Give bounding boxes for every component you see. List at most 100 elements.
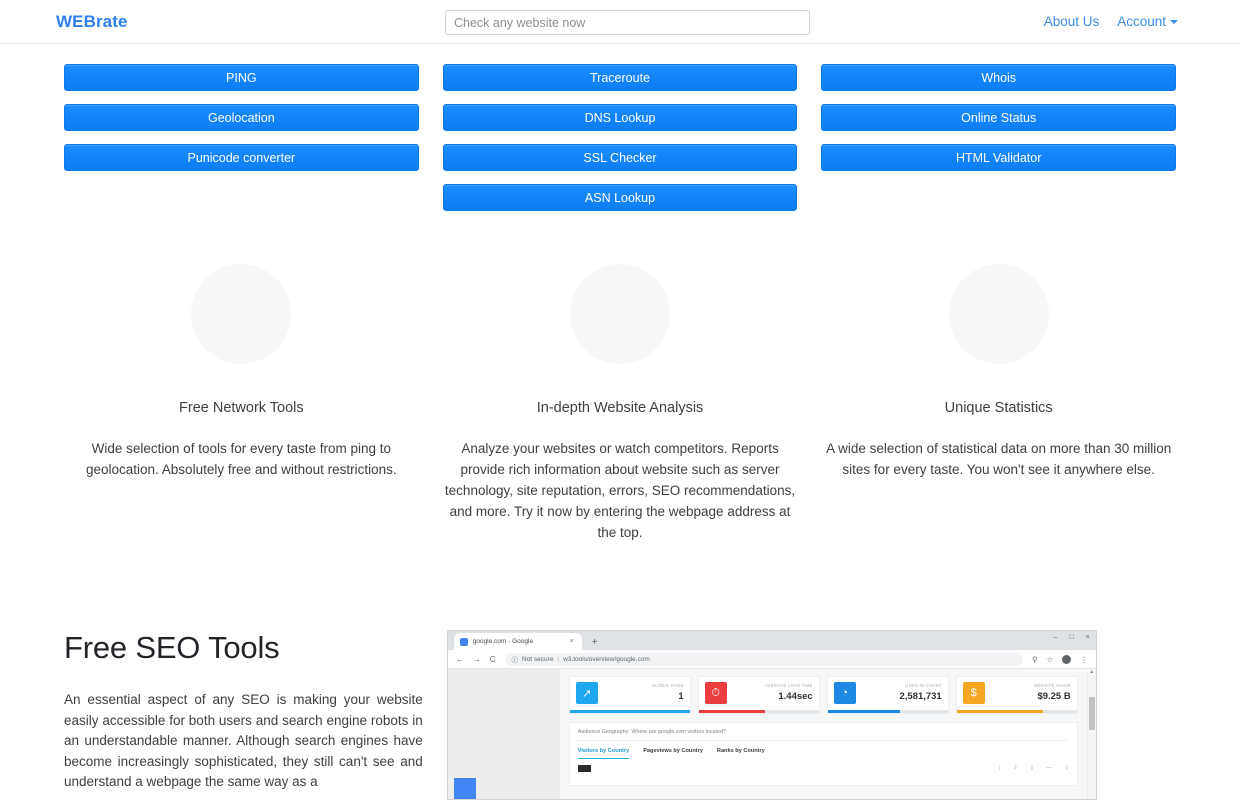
map-divider-icon: |	[999, 765, 1001, 771]
minimize-icon[interactable]: –	[1053, 634, 1057, 641]
stat-value: 1	[678, 691, 684, 702]
info-circle-icon: ⓘ	[511, 657, 519, 664]
feature-image-placeholder-icon	[570, 264, 670, 364]
top-navbar: WEBrate About Us Account	[0, 0, 1240, 44]
back-arrow-icon[interactable]: ←	[456, 655, 464, 664]
stat-progress-bar	[956, 710, 1077, 713]
seo-screenshot-column: google.com - Google × + – □ × ← → C ⓘ No…	[435, 630, 1188, 800]
stat-top: $ WEBSITE VALUE $9.25 B	[962, 682, 1071, 704]
tool-button-geolocation[interactable]: Geolocation	[64, 104, 419, 131]
tab-visitors-by-country[interactable]: Visitors by Country	[577, 748, 630, 759]
seo-paragraph: An essential aspect of any SEO is making…	[64, 692, 423, 789]
audience-geography-question: Audience Geography: Where are google.com…	[577, 729, 1069, 741]
divider: |	[557, 655, 560, 663]
browser-tab[interactable]: google.com - Google ×	[453, 633, 582, 650]
audience-geography-tabs: Visitors by Country Pageviews by Country…	[577, 748, 1069, 759]
tool-column-3: Whois Online Status HTML Validator	[809, 64, 1188, 224]
feature-description: A wide selection of statistical data on …	[826, 441, 1172, 478]
reload-icon[interactable]: C	[490, 655, 496, 664]
scroll-up-arrow-icon[interactable]: ▲	[1088, 669, 1096, 676]
scrollbar-thumb[interactable]	[1088, 697, 1095, 730]
stat-label: WEBSITE VALUE	[1034, 683, 1071, 688]
browser-viewport: ↗ GLOBAL RANK 1 ⏱ AVERAGE LOAD TIME 1.44…	[447, 669, 1096, 799]
feature-title: Free Network Tools	[179, 400, 304, 416]
forward-arrow-icon[interactable]: →	[473, 655, 481, 664]
stat-meta: AVERAGE LOAD TIME 1.44sec	[732, 682, 813, 702]
stat-meta: WEBSITE VALUE $9.25 B	[990, 682, 1071, 702]
stat-top: ⏱ AVERAGE LOAD TIME 1.44sec	[704, 682, 813, 704]
tool-column-1: PING Geolocation Punicode converter	[52, 64, 431, 224]
tool-button-grid: PING Geolocation Punicode converter Trac…	[0, 64, 1240, 224]
map-legend-icon: ▯	[1030, 765, 1034, 771]
stat-value: 1.44sec	[778, 691, 813, 702]
stat-label: GLOBAL RANK	[651, 683, 684, 688]
feature-card-in-depth-website-analysis: In-depth Website Analysis Analyze your w…	[431, 250, 810, 543]
stat-label: LINKS IN COUNT	[904, 683, 942, 688]
country-flag-icon	[577, 764, 591, 772]
browser-address-bar[interactable]: ⓘ Not secure | w3.tools/overview/google.…	[504, 652, 1023, 666]
feature-image-placeholder-icon	[948, 264, 1049, 364]
map-label-text: —	[1046, 765, 1052, 771]
stat-meta: GLOBAL RANK 1	[603, 682, 684, 702]
sidebar-badge-icon	[453, 778, 476, 799]
clock-icon: ⏱	[704, 682, 727, 704]
nav-link-account[interactable]: Account	[1117, 14, 1178, 29]
tab-pageviews-by-country[interactable]: Pageviews by Country	[643, 748, 703, 759]
stat-card-website-value: $ WEBSITE VALUE $9.25 B	[955, 676, 1078, 714]
map-download-icon[interactable]: ⇩	[1014, 765, 1018, 771]
map-controls-row: | ⇩ ▯ — ⇧	[577, 764, 1069, 772]
feature-card-free-network-tools: Free Network Tools Wide selection of too…	[52, 250, 431, 543]
search-container	[445, 10, 810, 35]
browser-tab-title: google.com - Google	[472, 638, 534, 645]
brand-logo[interactable]: WEBrate	[56, 12, 128, 32]
seo-heading: Free SEO Tools	[64, 630, 280, 665]
tool-button-html-validator[interactable]: HTML Validator	[821, 144, 1177, 171]
close-window-icon[interactable]: ×	[1086, 634, 1090, 641]
maximize-icon[interactable]: □	[1069, 634, 1073, 641]
nav-links: About Us Account	[1044, 14, 1178, 29]
tool-button-traceroute[interactable]: Traceroute	[442, 64, 798, 91]
tab-ranks-by-country[interactable]: Ranks by Country	[717, 748, 765, 759]
stat-value: 2,581,731	[899, 691, 942, 702]
browser-tab-bar: google.com - Google × + – □ ×	[447, 631, 1096, 650]
tool-button-ping[interactable]: PING	[64, 64, 419, 91]
browser-mockup-image: google.com - Google × + – □ × ← → C ⓘ No…	[446, 630, 1097, 800]
audience-geography-panel: Audience Geography: Where are google.com…	[568, 721, 1078, 786]
tool-button-whois[interactable]: Whois	[821, 64, 1177, 91]
close-icon[interactable]: ×	[570, 638, 574, 645]
feature-image-placeholder-icon	[191, 264, 292, 364]
seo-section: Free SEO Tools An essential aspect of an…	[0, 630, 1240, 800]
tool-button-ssl-checker[interactable]: SSL Checker	[442, 144, 798, 171]
feature-card-unique-statistics: Unique Statistics A wide selection of st…	[809, 250, 1188, 543]
stat-card-global-rank: ↗ GLOBAL RANK 1	[568, 676, 691, 714]
stat-value: $9.25 B	[1037, 691, 1071, 702]
tool-button-online-status[interactable]: Online Status	[821, 104, 1177, 131]
nav-link-about-us[interactable]: About Us	[1044, 14, 1100, 29]
feature-title: In-depth Website Analysis	[536, 400, 704, 416]
tool-button-asn-lookup[interactable]: ASN Lookup	[442, 184, 798, 211]
search-icon[interactable]: ⚲	[1032, 655, 1038, 664]
browser-scrollbar[interactable]: ▲	[1086, 669, 1096, 799]
dollar-icon: $	[962, 682, 985, 704]
pie-chart-icon: ◔	[833, 682, 856, 704]
website-search-input[interactable]	[445, 10, 810, 35]
tool-button-dns-lookup[interactable]: DNS Lookup	[442, 104, 798, 131]
tool-button-punicode-converter[interactable]: Punicode converter	[64, 144, 419, 171]
window-controls: – □ ×	[1053, 634, 1089, 641]
map-upload-icon[interactable]: ⇧	[1065, 765, 1069, 771]
feature-title: Unique Statistics	[944, 400, 1053, 416]
stat-card-average-load-time: ⏱ AVERAGE LOAD TIME 1.44sec	[697, 676, 820, 714]
new-tab-icon[interactable]: +	[592, 637, 598, 648]
stat-card-row: ↗ GLOBAL RANK 1 ⏱ AVERAGE LOAD TIME 1.44…	[568, 676, 1078, 714]
stat-label: AVERAGE LOAD TIME	[764, 683, 813, 688]
nav-link-account-label: Account	[1117, 14, 1166, 29]
stat-top: ◔ LINKS IN COUNT 2,581,731	[833, 682, 942, 704]
security-label: Not secure	[522, 655, 554, 663]
menu-icon[interactable]: ⋮	[1080, 655, 1088, 664]
chart-up-icon: ↗	[575, 682, 598, 704]
stat-top: ↗ GLOBAL RANK 1	[575, 682, 684, 704]
profile-icon[interactable]	[1062, 654, 1072, 664]
chevron-down-icon	[1170, 20, 1178, 25]
feature-section: Free Network Tools Wide selection of too…	[0, 250, 1240, 543]
star-icon[interactable]: ☆	[1046, 655, 1053, 664]
